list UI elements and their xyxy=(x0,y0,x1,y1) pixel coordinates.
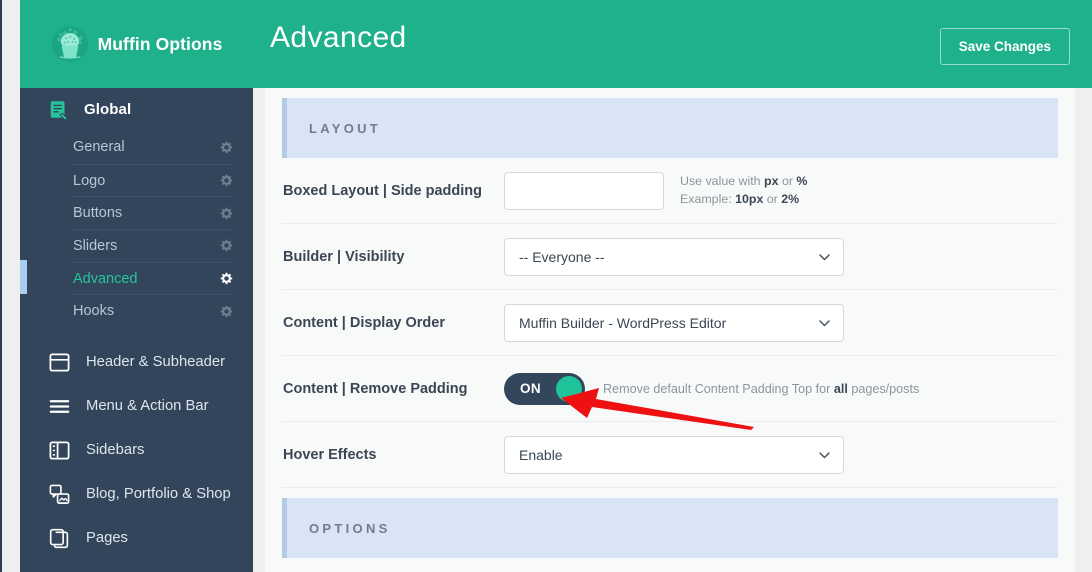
toggle-remove-padding[interactable]: ON xyxy=(504,372,585,405)
gear-icon[interactable] xyxy=(220,272,233,285)
row-content-display-order: Content | Display Order Muffin Builder -… xyxy=(282,290,1058,356)
sidebar-item-label: Hooks xyxy=(73,303,115,320)
boxed-layout-side-padding-input[interactable] xyxy=(504,171,664,210)
page-header: Advanced Save Changes xyxy=(253,0,1092,88)
hint-text-part: Remove default Content Padding Top for xyxy=(603,381,834,396)
sidebar-item-label: Sidebars xyxy=(86,442,145,459)
sidebar: Muffin Options Global General Logo Butto… xyxy=(20,0,253,572)
sidebar-item-label: General xyxy=(73,139,125,156)
gear-icon[interactable] xyxy=(220,239,233,252)
sidebar-main-nav: Header & Subheader Menu & Action Bar Sid… xyxy=(20,327,253,560)
hint-text: Remove default Content Padding Top for a… xyxy=(603,382,919,396)
row-field: ON Remove default Content Padding Top fo… xyxy=(504,372,919,405)
sidebar-item-hooks[interactable]: Hooks xyxy=(73,294,233,327)
hint-text: Use value with px or % Example: 10px or … xyxy=(680,173,807,208)
sidebar-item-label: Buttons xyxy=(73,205,123,222)
row-field: Muffin Builder - WordPress Editor xyxy=(504,303,844,342)
sidebar-item-label: Header & Subheader xyxy=(86,354,226,371)
active-indicator-bar xyxy=(20,259,27,294)
gear-icon[interactable] xyxy=(220,207,233,220)
section-header-options: OPTIONS xyxy=(282,498,1058,558)
page-gutter xyxy=(0,0,20,572)
gear-icon[interactable] xyxy=(220,174,233,187)
document-edit-icon xyxy=(50,100,68,120)
sidebar-item-label: Pages xyxy=(86,530,128,547)
sidebar-item-sidebars[interactable]: Sidebars xyxy=(20,428,253,472)
sidebar-sub-list: General Logo Buttons Sliders Advanced Ho… xyxy=(20,128,253,327)
sidebar-item-buttons[interactable]: Buttons xyxy=(73,196,233,229)
pages-icon xyxy=(49,528,69,548)
brand-header: Muffin Options xyxy=(20,0,253,88)
settings-panel: LAYOUT Boxed Layout | Side padding Use v… xyxy=(265,88,1075,572)
hint-text-part: or xyxy=(763,191,782,206)
hint-text-strong: 2% xyxy=(781,191,800,206)
row-content-remove-padding: Content | Remove Padding ON Remove defau… xyxy=(282,356,1058,422)
sidebar-icon xyxy=(49,441,70,460)
toggle-knob[interactable] xyxy=(556,375,582,402)
hint-text-part: pages/posts xyxy=(847,381,920,396)
row-google-maps-api-key: Google Maps API Key xyxy=(282,558,1058,572)
gear-icon[interactable] xyxy=(220,305,233,318)
gear-icon[interactable] xyxy=(220,141,233,154)
hint-line-2: Example: 10px or 2% xyxy=(680,191,807,209)
hamburger-icon xyxy=(49,399,70,413)
builder-visibility-select[interactable]: -- Everyone -- xyxy=(504,237,844,276)
row-hover-effects: Hover Effects Enable xyxy=(282,422,1058,488)
sidebar-group-global[interactable]: Global xyxy=(20,91,253,128)
content-display-order-select[interactable]: Muffin Builder - WordPress Editor xyxy=(504,303,844,342)
layout-header-icon xyxy=(49,353,70,372)
sidebar-item-blog-portfolio-shop[interactable]: Blog, Portfolio & Shop xyxy=(20,472,253,516)
hint-text-part: or xyxy=(778,173,797,188)
content-area: LAYOUT Boxed Layout | Side padding Use v… xyxy=(253,88,1092,572)
row-label: Content | Remove Padding xyxy=(283,380,468,397)
row-label: Builder | Visibility xyxy=(283,248,405,265)
blog-icon xyxy=(49,484,70,504)
hint-text-strong: 10px xyxy=(735,191,764,206)
hover-effects-select[interactable]: Enable xyxy=(504,435,844,474)
row-label: Boxed Layout | Side padding xyxy=(283,182,483,199)
page-title: Advanced xyxy=(270,21,407,54)
section-title: LAYOUT xyxy=(309,120,382,136)
sidebar-item-logo[interactable]: Logo xyxy=(73,163,233,197)
toggle-state-label: ON xyxy=(520,381,542,396)
gutter-line xyxy=(0,0,2,572)
sidebar-item-header-subheader[interactable]: Header & Subheader xyxy=(20,340,253,384)
section-title: OPTIONS xyxy=(309,520,391,536)
row-boxed-layout-side-padding: Boxed Layout | Side padding Use value wi… xyxy=(282,158,1058,224)
sidebar-group-label: Global xyxy=(84,101,132,118)
row-field: Enable xyxy=(504,435,844,474)
save-changes-button[interactable]: Save Changes xyxy=(939,28,1070,65)
sidebar-item-pages[interactable]: Pages xyxy=(20,516,253,560)
hint-text-part: Use value with xyxy=(680,173,765,188)
app-root: Muffin Options Global General Logo Butto… xyxy=(0,0,1092,572)
row-label: Content | Display Order xyxy=(283,314,445,331)
brand-title: Muffin Options xyxy=(97,33,223,54)
sidebar-item-label: Menu & Action Bar xyxy=(86,398,209,415)
row-field xyxy=(504,171,664,210)
hint-text-part: Example: xyxy=(680,191,736,206)
sidebar-item-general[interactable]: General xyxy=(73,131,233,164)
hint-line-1: Use value with px or % xyxy=(680,173,807,191)
row-label: Hover Effects xyxy=(283,446,377,463)
sidebar-item-label: Sliders xyxy=(73,237,118,254)
sidebar-item-label: Blog, Portfolio & Shop xyxy=(86,486,231,503)
sidebar-item-label: Advanced xyxy=(73,270,138,287)
hint-text-strong: px xyxy=(764,173,779,188)
section-header-layout: LAYOUT xyxy=(282,98,1058,158)
muffin-icon xyxy=(51,25,88,63)
hint-text-strong: all xyxy=(833,381,848,396)
sidebar-item-advanced[interactable]: Advanced xyxy=(20,259,233,295)
sidebar-item-sliders[interactable]: Sliders xyxy=(73,229,233,262)
row-builder-visibility: Builder | Visibility -- Everyone -- xyxy=(282,224,1058,290)
sidebar-item-menu-action-bar[interactable]: Menu & Action Bar xyxy=(20,384,253,428)
sidebar-item-label: Logo xyxy=(73,172,106,189)
row-field: -- Everyone -- xyxy=(504,237,844,276)
hint-text-strong: % xyxy=(796,173,808,188)
